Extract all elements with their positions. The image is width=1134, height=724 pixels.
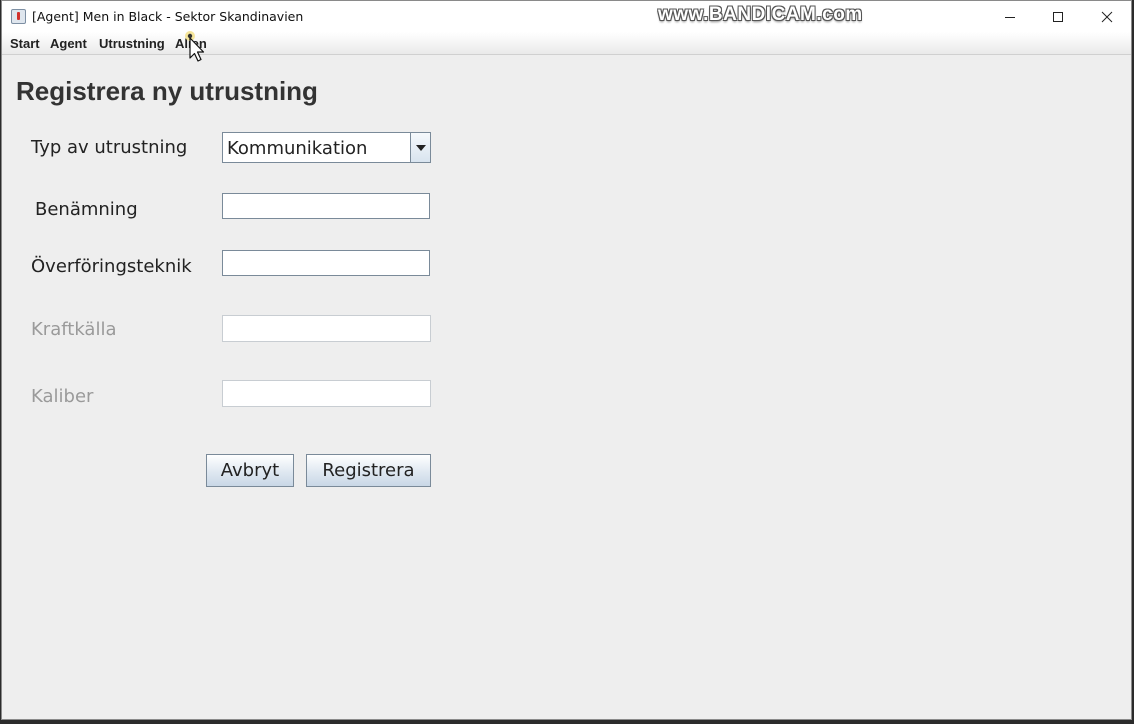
register-button[interactable]: Registrera [306,454,431,487]
caliber-field [222,380,431,407]
menu-utrustning[interactable]: Utrustning [99,36,165,51]
name-label: Benämning [35,199,138,220]
equipment-type-value: Kommunikation [227,138,368,159]
bandicam-watermark: www.BANDICAM.com [658,4,863,25]
cancel-button[interactable]: Avbryt [206,454,294,487]
app-window: [Agent] Men in Black - Sektor Skandinavi… [1,0,1132,720]
minimize-button[interactable] [987,1,1033,32]
maximize-icon [1053,11,1063,22]
equipment-type-select[interactable]: Kommunikation [222,132,431,163]
transfer-technique-label: Överföringsteknik [31,256,192,277]
java-app-icon [11,9,26,24]
menu-agent[interactable]: Agent [50,36,87,51]
minimize-icon [1005,16,1015,18]
menu-start[interactable]: Start [10,36,40,51]
caliber-label: Kaliber [31,386,94,407]
transfer-technique-field[interactable] [222,250,430,276]
window-title: [Agent] Men in Black - Sektor Skandinavi… [32,9,304,24]
name-field[interactable] [222,193,430,219]
dropdown-arrow-button[interactable] [410,133,430,162]
menu-bar: Start Agent Utrustning Alien [2,32,1131,55]
chevron-down-icon [415,144,426,151]
power-source-field [222,315,431,342]
power-source-label: Kraftkälla [31,319,117,340]
close-icon [1101,11,1113,22]
maximize-button[interactable] [1035,1,1081,32]
page-title: Registrera ny utrustning [16,76,318,106]
close-button[interactable] [1084,1,1130,32]
title-bar: [Agent] Men in Black - Sektor Skandinavi… [2,1,1131,32]
type-label: Typ av utrustning [31,137,188,158]
mouse-pointer-icon [185,31,205,62]
